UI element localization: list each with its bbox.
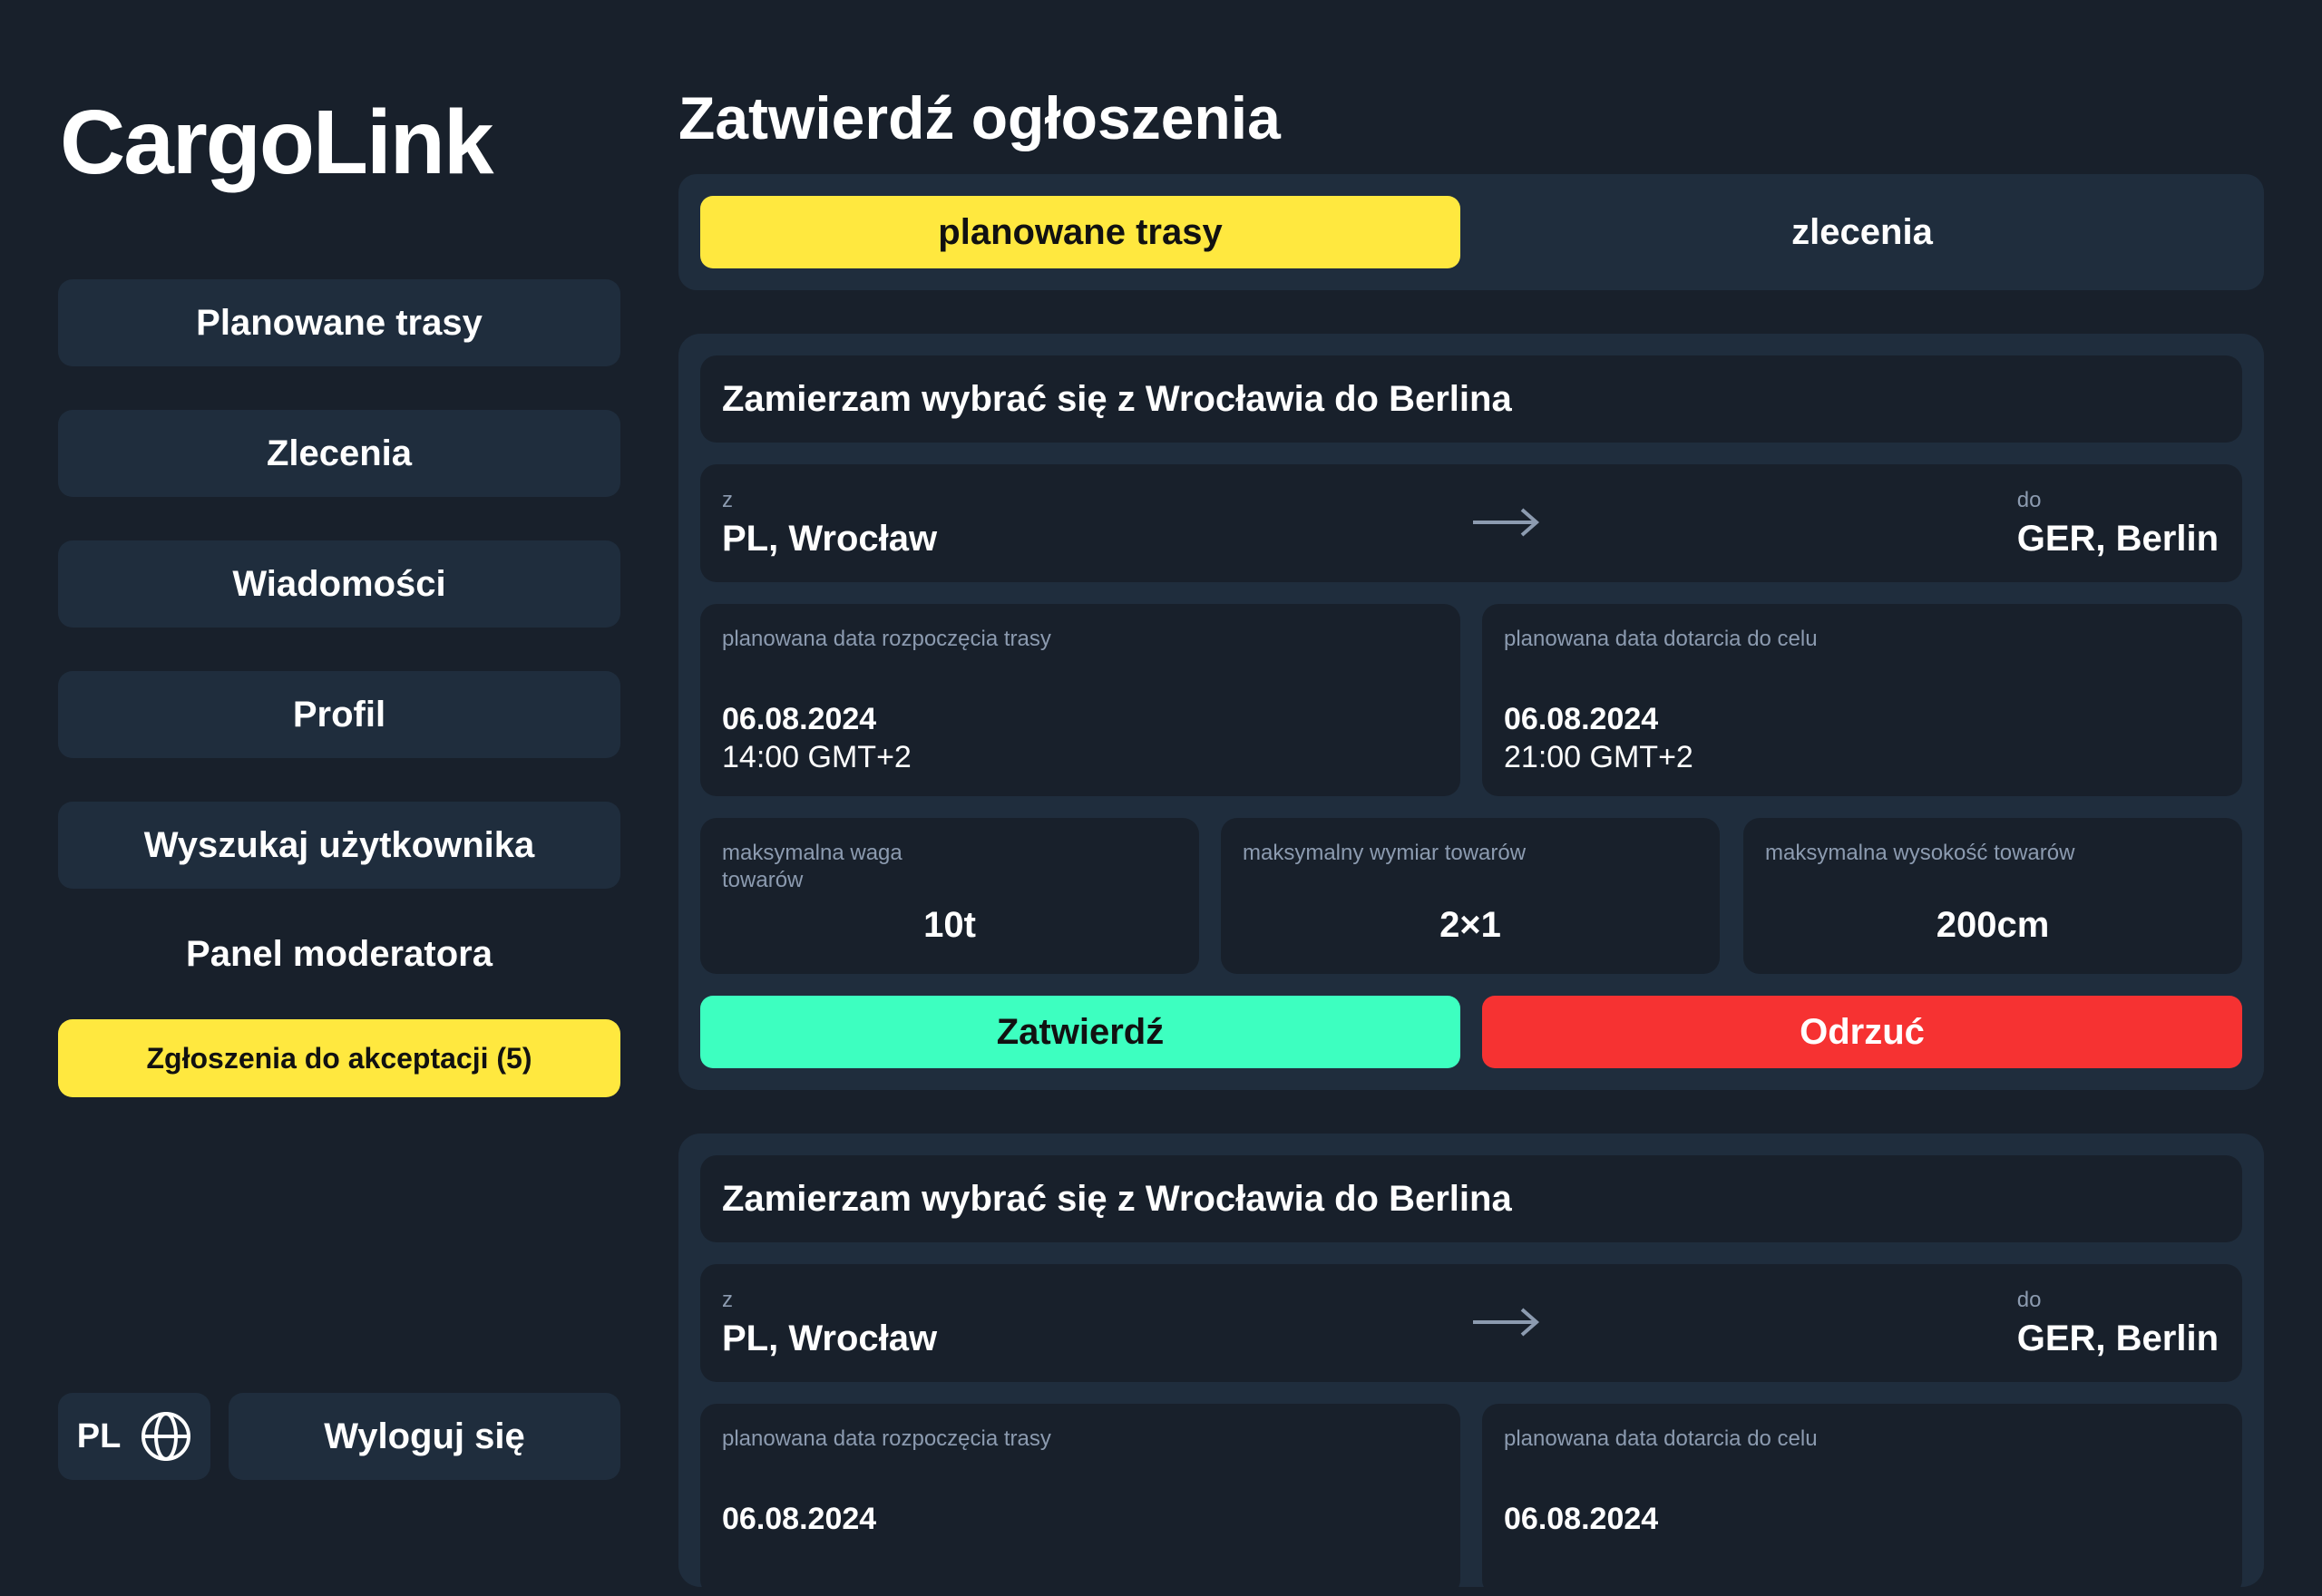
listing-title: Zamierzam wybrać się z Wrocławia do Berl… — [700, 1155, 2242, 1242]
globe-icon — [141, 1412, 191, 1461]
listing-title: Zamierzam wybrać się z Wrocławia do Berl… — [700, 355, 2242, 443]
reject-button[interactable]: Odrzuć — [1482, 996, 2242, 1068]
approve-label: Zatwierdź — [996, 1011, 1165, 1052]
reject-label: Odrzuć — [1800, 1011, 1925, 1052]
start-date-label: planowana data rozpoczęcia trasy — [722, 627, 1051, 651]
end-date-label: planowana data dotarcia do celu — [1504, 627, 1818, 651]
language-label: PL — [76, 1416, 122, 1455]
listing-card: Zamierzam wybrać się z Wrocławia do Berl… — [678, 334, 2264, 1090]
tab-label: planowane trasy — [938, 211, 1223, 252]
logout-button[interactable]: Wyloguj się — [229, 1393, 620, 1480]
tab-planned-routes[interactable]: planowane trasy — [700, 196, 1460, 268]
start-date-label: planowana data rozpoczęcia trasy — [722, 1426, 1051, 1451]
tab-orders[interactable]: zlecenia — [1482, 196, 2242, 268]
end-time-value: 21:00 GMT+2 — [1504, 740, 1693, 774]
origin-label: z — [722, 488, 733, 512]
sidebar-item-label: Planowane trasy — [196, 302, 483, 343]
max-weight-panel: maksymalna waga towarów 10t — [700, 818, 1199, 974]
main-content: Zatwierdź ogłoszenia planowane trasy zle… — [678, 0, 2264, 1596]
page-title: Zatwierdź ogłoszenia — [678, 84, 1281, 151]
app-logo: CargoLink — [60, 92, 493, 193]
end-date-panel: planowana data dotarcia do celu 06.08.20… — [1482, 1404, 2242, 1596]
language-button[interactable]: PL — [58, 1393, 210, 1480]
end-date-panel: planowana data dotarcia do celu 06.08.20… — [1482, 604, 2242, 796]
sidebar-item-profile[interactable]: Profil — [58, 671, 620, 758]
start-time-value: 14:00 GMT+2 — [722, 740, 912, 774]
start-date-panel: planowana data rozpoczęcia trasy 06.08.2… — [700, 604, 1460, 796]
end-date-value: 06.08.2024 — [1504, 1502, 1659, 1536]
max-weight-value: 10t — [923, 905, 976, 945]
sidebar-item-label: Wyszukaj użytkownika — [143, 824, 535, 865]
sidebar-item-label: Zgłoszenia do akceptacji (5) — [146, 1041, 532, 1075]
route-destination: do GER, Berlin — [2017, 488, 2219, 560]
start-date-panel: planowana data rozpoczęcia trasy 06.08.2… — [700, 1404, 1460, 1596]
sidebar-item-messages[interactable]: Wiadomości — [58, 540, 620, 628]
logout-label: Wyloguj się — [324, 1416, 525, 1456]
destination-city: GER, Berlin — [2016, 519, 2219, 559]
end-date-value: 06.08.2024 — [1504, 702, 1659, 736]
approve-button[interactable]: Zatwierdź — [700, 996, 1460, 1068]
max-weight-label: maksymalna waga towarów — [722, 841, 902, 892]
route-origin: z PL, Wrocław — [722, 488, 937, 560]
route-panel: z PL, Wrocław do GER, Berlin — [700, 1264, 2242, 1382]
origin-city: PL, Wrocław — [722, 1319, 938, 1358]
route-panel: z PL, Wrocław do GER, Berlin — [700, 464, 2242, 582]
moderator-panel-heading: Panel moderatora — [186, 933, 493, 974]
destination-city: GER, Berlin — [2016, 1319, 2219, 1358]
end-date-label: planowana data dotarcia do celu — [1504, 1426, 1818, 1451]
sidebar-item-pending-submissions[interactable]: Zgłoszenia do akceptacji (5) — [58, 1019, 620, 1097]
sidebar-item-planned-routes[interactable]: Planowane trasy — [58, 279, 620, 366]
destination-label: do — [2016, 488, 2042, 512]
destination-label: do — [2016, 1288, 2042, 1312]
max-height-value: 200cm — [1936, 905, 2050, 945]
start-date-value: 06.08.2024 — [722, 702, 877, 736]
max-dimension-label: maksymalny wymiar towarów — [1243, 841, 1527, 865]
tab-label: zlecenia — [1791, 211, 1933, 252]
sidebar-item-label: Zlecenia — [266, 433, 413, 473]
route-origin: z PL, Wrocław — [722, 1288, 937, 1359]
route-destination: do GER, Berlin — [2017, 1288, 2219, 1359]
arrow-right-icon — [1473, 508, 1540, 537]
sidebar-item-search-user[interactable]: Wyszukaj użytkownika — [58, 802, 620, 889]
sidebar-item-orders[interactable]: Zlecenia — [58, 410, 620, 497]
max-dimension-value: 2×1 — [1439, 905, 1501, 945]
origin-city: PL, Wrocław — [722, 519, 938, 559]
sidebar: CargoLink Planowane trasy Zlecenia Wiado… — [58, 0, 620, 1509]
origin-label: z — [722, 1288, 733, 1312]
sidebar-item-label: Profil — [292, 694, 386, 735]
sidebar-item-label: Wiadomości — [232, 563, 446, 604]
max-height-panel: maksymalna wysokość towarów 200cm — [1743, 818, 2242, 974]
start-date-value: 06.08.2024 — [722, 1502, 877, 1536]
max-dimension-panel: maksymalny wymiar towarów 2×1 — [1221, 818, 1720, 974]
arrow-right-icon — [1473, 1308, 1540, 1337]
listing-card: Zamierzam wybrać się z Wrocławia do Berl… — [678, 1134, 2264, 1596]
tab-bar: planowane trasy zlecenia — [678, 174, 2264, 290]
max-height-label: maksymalna wysokość towarów — [1765, 841, 2075, 865]
